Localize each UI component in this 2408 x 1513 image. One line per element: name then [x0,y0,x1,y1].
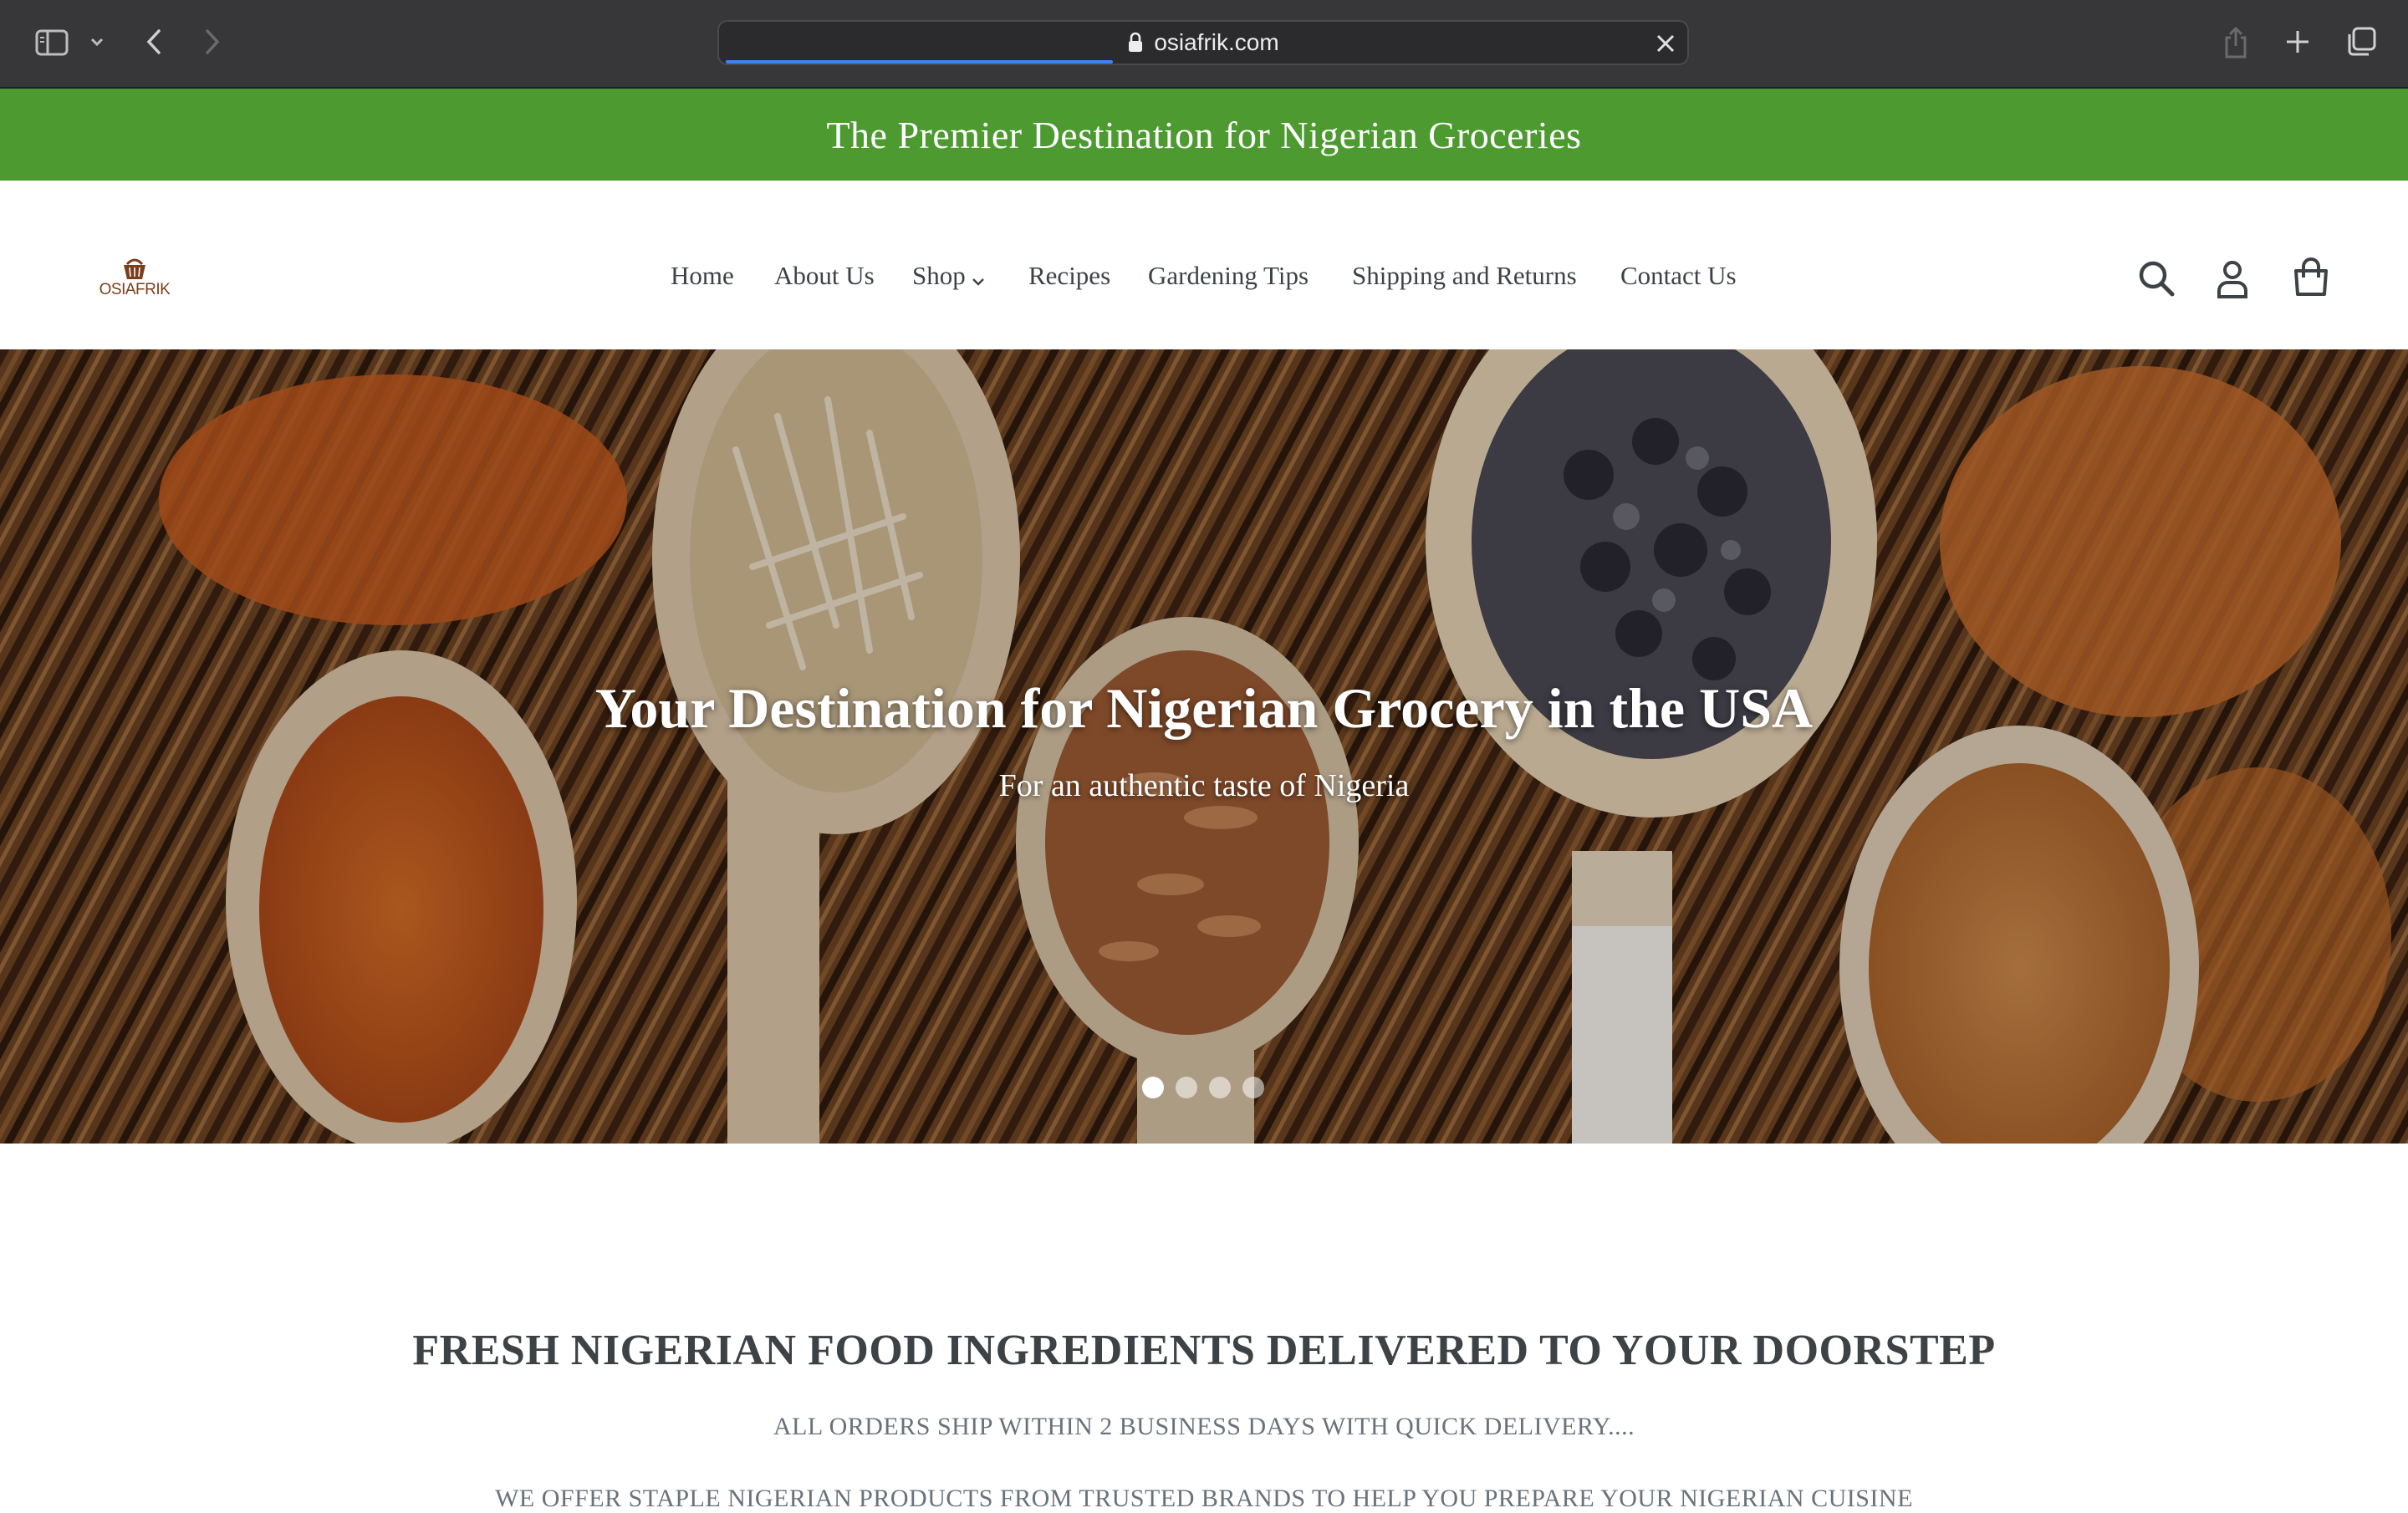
url-text: osiafrik.com [1154,29,1279,55]
search-icon[interactable] [2137,259,2176,302]
back-icon[interactable] [140,25,167,59]
share-icon[interactable] [2221,23,2251,62]
site-header: OSIAFRIK Home About Us Shop Recipes Gard… [0,181,2408,349]
browser-toolbar: osiafrik.com [0,0,2408,89]
lock-icon [1127,32,1144,53]
slide-dot-2[interactable] [1176,1077,1197,1098]
nav-shop[interactable]: Shop [912,261,986,293]
nav-contact-us[interactable]: Contact Us [1620,261,1737,291]
nav-shop-label: Shop [912,261,966,290]
nav-about-us[interactable]: About Us [774,261,875,291]
intro-shipping-text: ALL ORDERS SHIP WITHIN 2 BUSINESS DAYS W… [773,1413,1635,1440]
sidebar-toggle-icon[interactable] [32,25,72,60]
slideshow-dots [1142,1077,1264,1098]
announcement-bar: The Premier Destination for Nigerian Gro… [0,89,2408,181]
hero-slideshow[interactable]: Your Destination for Nigerian Grocery in… [0,349,2408,1144]
slide-dot-3[interactable] [1209,1077,1231,1098]
new-tab-icon[interactable] [2283,27,2313,57]
announcement-text: The Premier Destination for Nigerian Gro… [826,113,1582,156]
main-nav: Home About Us Shop Recipes Gardening Tip… [0,181,2408,349]
intro-description-text: WE OFFER STAPLE NIGERIAN PRODUCTS FROM T… [495,1485,1913,1512]
account-icon[interactable] [2216,259,2249,303]
forward-icon[interactable] [199,25,226,59]
close-icon[interactable] [1654,32,1677,55]
slide-dot-1[interactable] [1142,1077,1164,1098]
nav-home[interactable]: Home [671,261,734,291]
tab-overview-icon[interactable] [2344,25,2378,59]
address-bar[interactable]: osiafrik.com [717,20,1689,65]
hero-overlay [0,349,2408,1144]
intro-heading: FRESH NIGERIAN FOOD INGREDIENTS DELIVERE… [412,1327,1996,1374]
nav-shipping-and-returns[interactable]: Shipping and Returns [1352,261,1577,291]
page-load-progress [726,60,1114,64]
cart-icon[interactable] [2291,257,2331,302]
chevron-down-icon [971,263,986,293]
nav-gardening-tips[interactable]: Gardening Tips [1148,261,1309,291]
nav-recipes[interactable]: Recipes [1028,261,1110,291]
hero-subtitle: For an authentic taste of Nigeria [998,768,1410,803]
hero-title: Your Destination for Nigerian Grocery in… [594,676,1814,740]
slide-dot-4[interactable] [1242,1077,1264,1098]
chevron-down-icon[interactable] [87,32,107,52]
